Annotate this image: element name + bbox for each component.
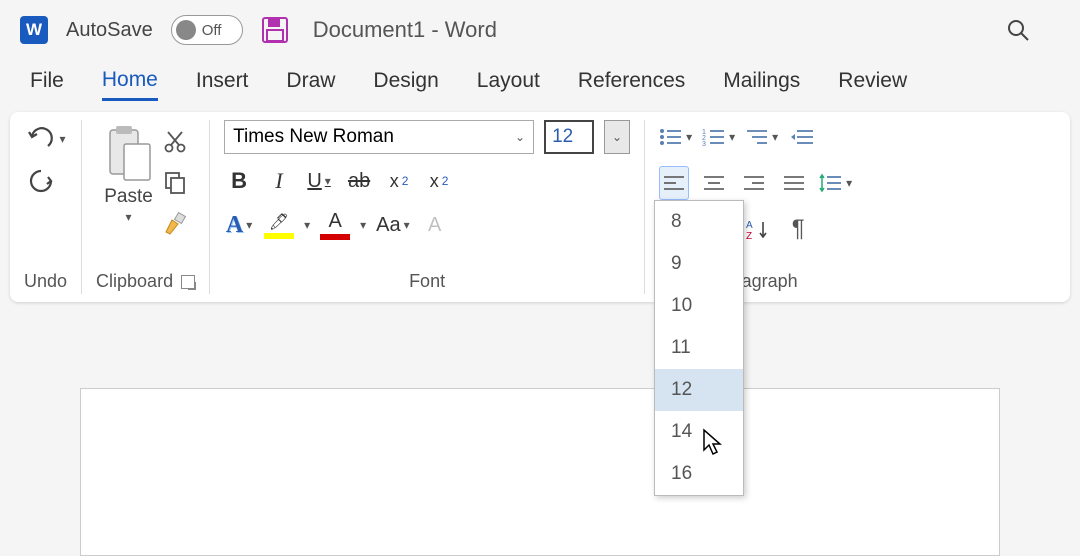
tab-home[interactable]: Home [102, 68, 158, 101]
save-icon[interactable] [261, 16, 289, 44]
ribbon: ▾ Undo Paste ▾ Clipboa [10, 112, 1070, 302]
decrease-indent-button[interactable] [788, 120, 818, 154]
size-option-selected[interactable]: 12 [655, 369, 743, 411]
ribbon-tabs: File Home Insert Draw Design Layout Refe… [0, 60, 1080, 108]
paste-label: Paste [104, 186, 153, 208]
title-bar: W AutoSave Off Document1 - Word [0, 0, 1080, 60]
size-option[interactable]: 16 [655, 453, 743, 495]
font-name-value: Times New Roman [233, 126, 394, 148]
tab-file[interactable]: File [30, 69, 64, 99]
sort-button[interactable]: AZ [743, 212, 773, 246]
multilevel-list-button[interactable]: ▾ [745, 120, 778, 154]
tab-insert[interactable]: Insert [196, 69, 249, 99]
redo-button[interactable] [26, 166, 66, 196]
tab-references[interactable]: References [578, 69, 685, 99]
underline-button[interactable]: U▾ [304, 164, 334, 198]
strikethrough-button[interactable]: ab [344, 164, 374, 198]
change-case-button[interactable]: Aa▾ [376, 208, 410, 242]
undo-button[interactable]: ▾ [26, 126, 66, 152]
group-clipboard: Paste ▾ Clipboard [82, 120, 210, 294]
size-option[interactable]: 14 [655, 411, 743, 453]
document-title: Document1 - Word [313, 17, 497, 43]
format-painter-icon[interactable] [162, 210, 188, 236]
line-spacing-button[interactable]: ▾ [819, 166, 852, 200]
search-icon[interactable] [1006, 18, 1030, 42]
svg-text:A: A [746, 220, 753, 231]
group-label-undo: Undo [24, 265, 67, 294]
cut-icon[interactable] [163, 130, 187, 154]
justify-button[interactable] [779, 166, 809, 200]
subscript-button[interactable]: x2 [384, 164, 414, 198]
toggle-knob [176, 20, 196, 40]
tab-review[interactable]: Review [838, 69, 907, 99]
group-undo: ▾ Undo [10, 120, 82, 294]
tab-layout[interactable]: Layout [477, 69, 540, 99]
align-right-button[interactable] [739, 166, 769, 200]
highlight-chevron[interactable]: ▾ [304, 218, 310, 232]
align-center-button[interactable] [699, 166, 729, 200]
superscript-button[interactable]: x2 [424, 164, 454, 198]
bullets-button[interactable]: ▾ [659, 120, 692, 154]
numbering-button[interactable]: 123▾ [702, 120, 735, 154]
autosave-toggle[interactable]: Off [171, 15, 243, 45]
autosave-state: Off [202, 22, 222, 39]
autosave-label: AutoSave [66, 19, 153, 42]
svg-text:Z: Z [746, 231, 752, 240]
tab-mailings[interactable]: Mailings [723, 69, 800, 99]
font-size-dropdown-list: 8 9 10 11 12 14 16 [654, 200, 744, 496]
word-app-icon: W [20, 16, 48, 44]
clipboard-launcher-icon[interactable] [181, 275, 195, 289]
align-left-button[interactable] [659, 166, 689, 200]
group-font: Times New Roman ⌄ 12 ⌄ B I U▾ ab x2 x2 A… [210, 120, 645, 294]
size-option[interactable]: 9 [655, 243, 743, 285]
chevron-down-icon: ▾ [60, 132, 66, 146]
paste-icon[interactable] [104, 124, 154, 184]
size-option[interactable]: 10 [655, 285, 743, 327]
size-option[interactable]: 11 [655, 327, 743, 369]
mouse-cursor-icon [702, 428, 724, 456]
group-label-font: Font [409, 265, 445, 294]
text-effects-button[interactable]: A▾ [224, 208, 254, 242]
group-label-clipboard: Clipboard [96, 271, 173, 292]
document-canvas[interactable] [80, 388, 1000, 556]
copy-icon[interactable] [163, 170, 187, 194]
font-size-input[interactable]: 12 [544, 120, 594, 154]
show-hide-button[interactable]: ¶ [783, 212, 813, 246]
font-color-chevron[interactable]: ▾ [360, 218, 366, 232]
svg-text:3: 3 [702, 141, 706, 147]
italic-button[interactable]: I [264, 164, 294, 198]
font-name-combo[interactable]: Times New Roman ⌄ [224, 120, 534, 154]
size-option[interactable]: 8 [655, 201, 743, 243]
chevron-down-icon: ⌄ [515, 130, 525, 144]
font-size-dropdown-button[interactable]: ⌄ [604, 120, 630, 154]
tab-design[interactable]: Design [373, 69, 438, 99]
font-color-button[interactable]: A [320, 208, 350, 242]
clear-formatting-button[interactable]: A [420, 208, 450, 242]
bold-button[interactable]: B [224, 164, 254, 198]
paste-chevron-icon[interactable]: ▾ [126, 210, 132, 224]
tab-draw[interactable]: Draw [286, 69, 335, 99]
highlight-button[interactable]: 🖊 [264, 208, 294, 242]
